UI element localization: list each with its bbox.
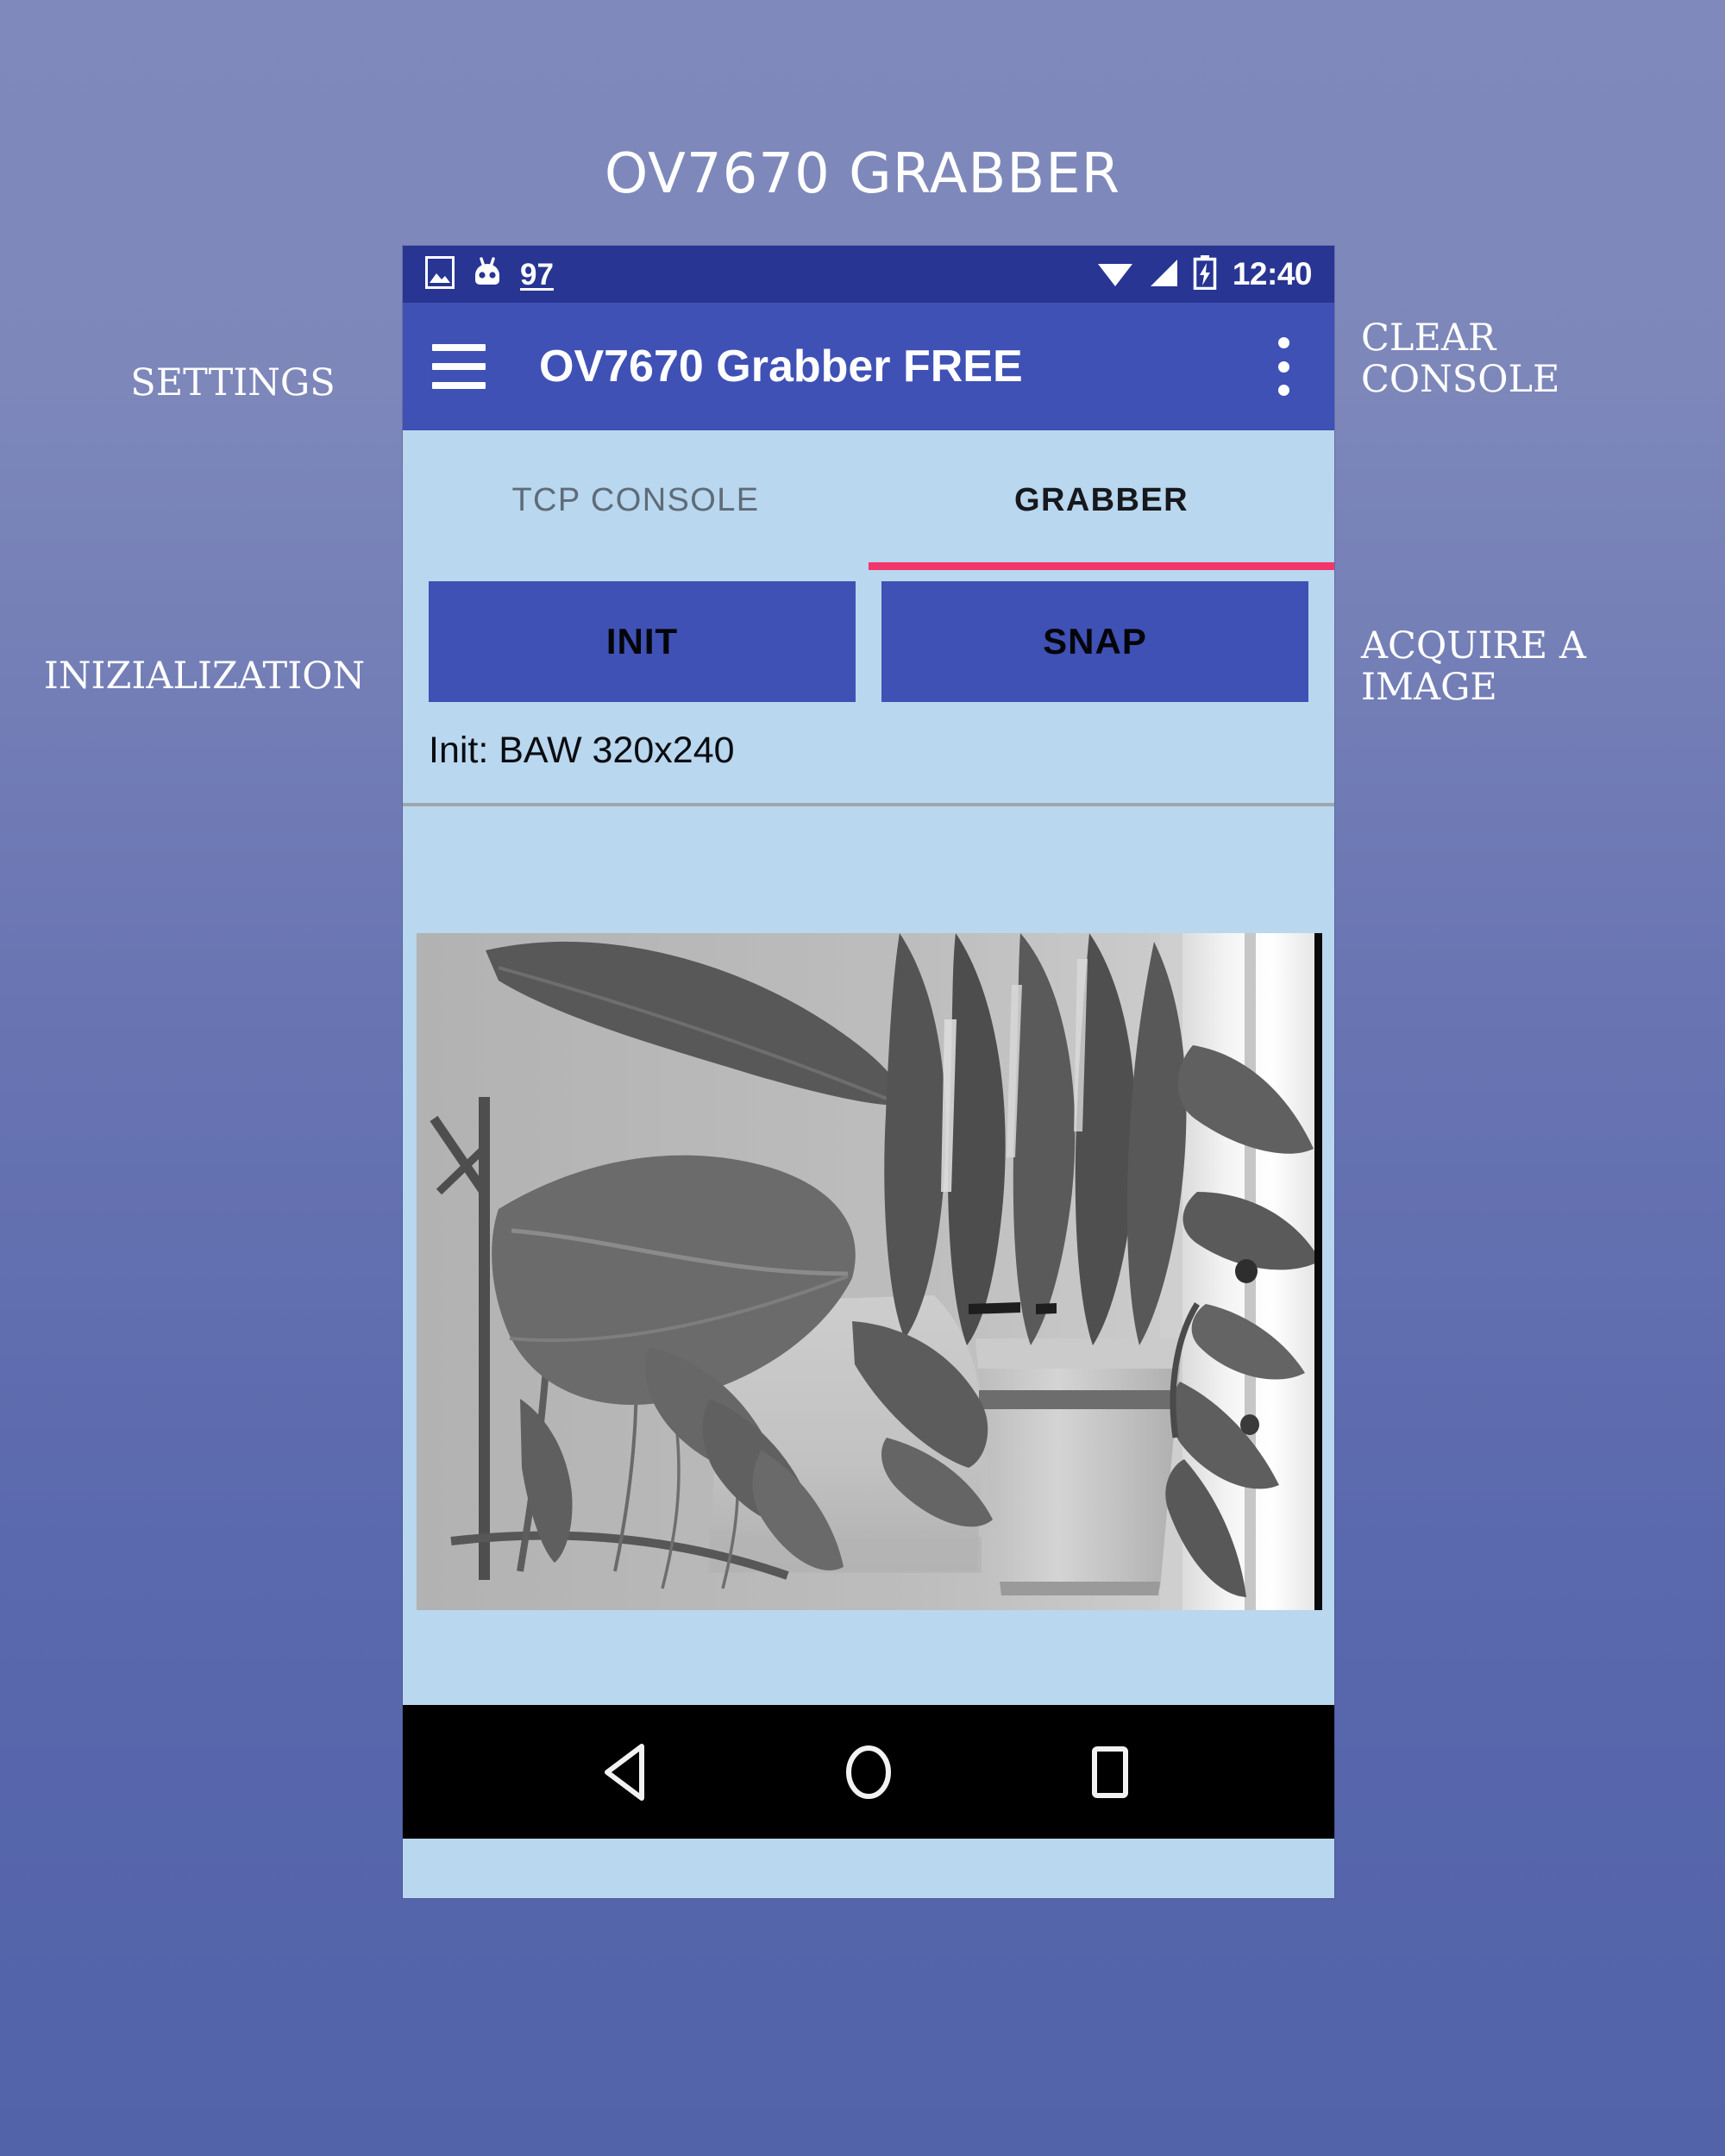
- status-bar-right: 12:40: [1096, 254, 1313, 294]
- status-clock: 12:40: [1232, 256, 1313, 291]
- tab-bar: TCP CONSOLE GRABBER: [403, 430, 1334, 570]
- signal-icon: [1146, 256, 1181, 293]
- image-icon: [425, 255, 455, 293]
- annotation-acquire-image: ACQUIRE A IMAGE: [1361, 624, 1586, 710]
- recents-square-icon[interactable]: [1063, 1725, 1157, 1820]
- wifi-icon: [1096, 256, 1134, 293]
- back-triangle-icon[interactable]: [580, 1725, 674, 1820]
- tab-grabber[interactable]: GRABBER: [869, 430, 1334, 570]
- snap-button[interactable]: SNAP: [881, 580, 1308, 702]
- annotation-inizialization: INIZIALIZATION: [43, 655, 366, 698]
- app-bar: OV7670 Grabber FREE: [403, 303, 1334, 430]
- phone-screenshot: 97 12:40 OV7670 Grabber FREE TCP CONSOLE…: [403, 246, 1334, 1898]
- battery-percent-label: 97: [520, 257, 554, 291]
- page-title: OV7670 GRABBER: [604, 142, 1121, 206]
- plant-photo: [417, 933, 1322, 1610]
- init-button[interactable]: INIT: [429, 580, 856, 702]
- photo-right-edge: [1314, 933, 1322, 1610]
- captured-image-preview[interactable]: [417, 933, 1322, 1610]
- hamburger-menu-icon[interactable]: [432, 344, 486, 389]
- battery-charging-icon: [1193, 254, 1217, 294]
- action-button-row: INIT SNAP: [403, 570, 1334, 712]
- init-status-row: Init: BAW 320x240: [403, 712, 1334, 803]
- android-nav-bar: [403, 1705, 1334, 1839]
- init-status-text: Init: BAW 320x240: [429, 730, 735, 771]
- annotation-settings: SETTINGS: [130, 361, 336, 404]
- tab-indicator: [869, 562, 1334, 570]
- home-circle-icon[interactable]: [821, 1725, 916, 1820]
- preview-area: [403, 806, 1334, 1705]
- cyanogenmod-icon: [470, 256, 505, 293]
- annotation-clear-console: CLEAR CONSOLE: [1361, 317, 1560, 402]
- status-bar: 97 12:40: [403, 246, 1334, 303]
- status-bar-left: 97: [425, 255, 554, 293]
- overflow-menu-icon[interactable]: [1262, 334, 1305, 399]
- app-title: OV7670 Grabber FREE: [539, 342, 1023, 392]
- tab-tcp-console[interactable]: TCP CONSOLE: [403, 430, 869, 570]
